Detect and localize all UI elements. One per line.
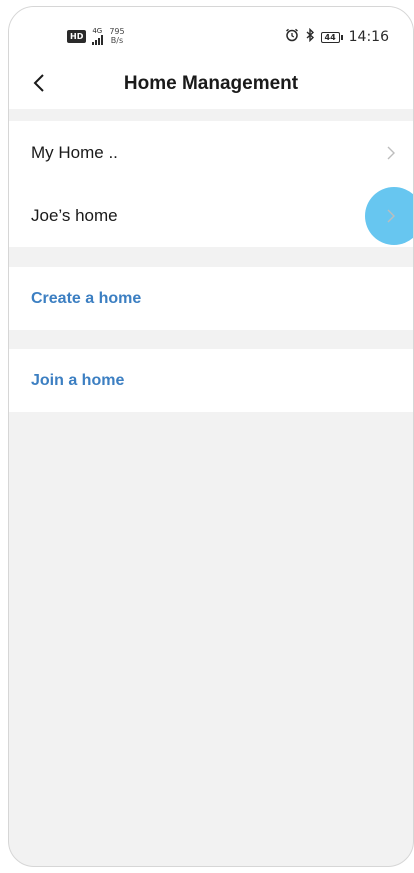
app-header: Home Management [9,59,413,109]
home-item-joes-home[interactable]: Joe’s home [9,184,413,247]
battery-indicator: 44 [320,31,343,43]
status-left: HD 4G 795 B/s [67,27,125,45]
chevron-right-icon [385,208,397,224]
battery-level: 44 [320,31,340,43]
status-time: 14:16 [348,29,389,45]
network-speed-unit: B/s [110,36,124,45]
join-home-section: Join a home [9,349,413,412]
phone-frame: HD 4G 795 B/s 44 14:16 Home Management M… [8,6,414,867]
create-home-button[interactable]: Create a home [9,267,413,330]
network-type: 4G [92,27,103,35]
alarm-clock-icon [285,28,299,46]
signal-icon [92,35,104,45]
page-title: Home Management [123,73,299,94]
network-speed: 795 B/s [109,27,124,45]
create-home-label: Create a home [31,289,142,307]
home-item-my-home[interactable]: My Home .. [9,121,413,184]
homes-list: My Home .. Joe’s home [9,121,413,247]
bluetooth-icon [305,27,315,46]
battery-tip [340,34,343,40]
home-item-label: My Home .. [31,142,118,162]
network-indicator: 4G [92,27,104,45]
home-item-label: Joe’s home [31,205,118,225]
create-home-section: Create a home [9,267,413,330]
hd-badge: HD [67,29,87,43]
join-home-label: Join a home [31,371,125,389]
status-bar: HD 4G 795 B/s 44 14:16 [9,7,413,59]
network-speed-value: 795 [109,27,125,36]
chevron-right-icon [385,145,397,161]
join-home-button[interactable]: Join a home [9,349,413,412]
status-right: 44 14:16 [285,27,389,46]
